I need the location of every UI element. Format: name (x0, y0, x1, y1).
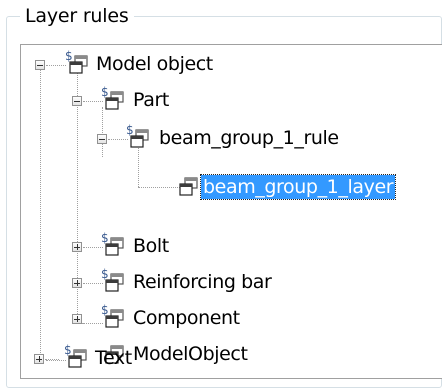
tree-node-label[interactable]: Reinforcing bar (133, 270, 272, 294)
window-icon (69, 55, 89, 75)
tree-line (138, 145, 139, 187)
collapse-toggle[interactable] (35, 60, 45, 70)
collapse-toggle[interactable] (97, 134, 107, 144)
tree-line (138, 187, 180, 188)
groupbox-title: Layer rules (20, 3, 134, 29)
expand-toggle[interactable] (72, 278, 82, 288)
tree-node-label-selected[interactable]: beam_group_1_layer (199, 174, 397, 200)
tree-line (40, 69, 41, 359)
tree-node-label[interactable]: Component (133, 306, 240, 330)
tree-line (46, 65, 66, 66)
tree-node-label[interactable]: Model object (96, 52, 213, 76)
window-icon (105, 237, 125, 257)
collapse-toggle[interactable] (72, 96, 82, 106)
tree-node-label[interactable]: Part (133, 88, 169, 112)
window-icon (179, 177, 199, 197)
window-icon (105, 91, 125, 111)
window-icon (130, 129, 150, 149)
window-icon (105, 273, 125, 293)
tree-node-label[interactable]: Text (95, 346, 132, 370)
expand-toggle[interactable] (72, 314, 82, 324)
tree-line (108, 139, 128, 140)
tree-line (45, 359, 59, 360)
tree-line (83, 247, 103, 248)
tree-line (83, 101, 103, 102)
tree-line (102, 107, 103, 157)
expand-toggle[interactable] (72, 242, 82, 252)
tree-node-label[interactable]: beam_group_1_rule (159, 126, 339, 150)
layer-rules-tree[interactable]: $ Model object $ Part $ beam_group_1_rul… (20, 44, 442, 379)
tree-node-label[interactable]: Bolt (133, 234, 169, 258)
window-icon (68, 349, 88, 369)
tree-node-label[interactable]: ModelObject (133, 342, 248, 366)
tree-line (83, 283, 103, 284)
tree-line (46, 360, 66, 361)
expand-toggle[interactable] (34, 354, 44, 364)
window-icon (105, 309, 125, 329)
